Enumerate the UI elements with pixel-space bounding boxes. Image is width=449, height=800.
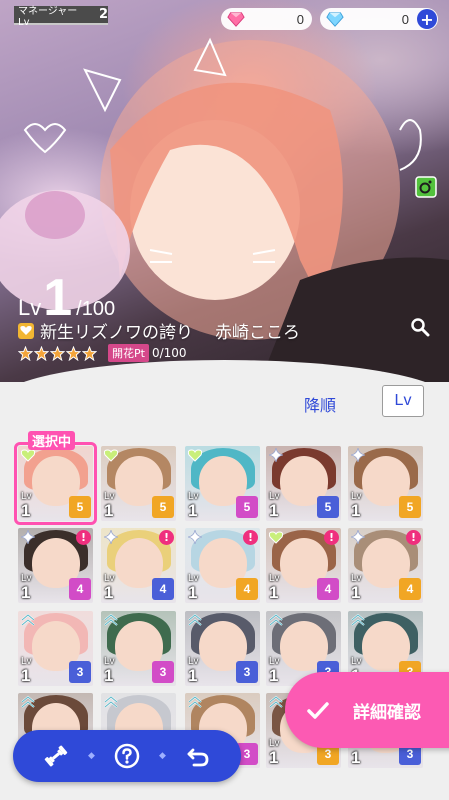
card-rank-badge: 5	[317, 496, 339, 518]
alert-badge: !	[159, 530, 174, 545]
heart-icon	[104, 449, 118, 462]
back-icon[interactable]	[184, 742, 212, 770]
sparkle-icon	[104, 530, 118, 544]
alert-badge: !	[324, 530, 339, 545]
card-level: Lv1	[188, 573, 199, 601]
rank-up-icon	[104, 613, 118, 626]
card-level: Lv1	[104, 656, 115, 684]
rank-up-icon	[351, 613, 365, 626]
card-level-value: 1	[21, 666, 31, 685]
card-level: Lv1	[188, 656, 199, 684]
card-level-value: 1	[188, 666, 198, 685]
separator-dot: ◆	[159, 751, 166, 761]
sparkle-icon	[269, 448, 283, 462]
card-level: Lv1	[351, 573, 362, 601]
separator-dot: ◆	[88, 751, 95, 761]
card-level: Lv1	[269, 573, 280, 601]
card-rank-badge: 4	[69, 578, 91, 600]
card-rank-badge: 5	[399, 496, 421, 518]
heart-icon	[21, 449, 35, 462]
card-level-value: 1	[21, 501, 31, 520]
card-rank-badge: 4	[236, 578, 258, 600]
card-level-value: 1	[21, 583, 31, 602]
card-tile[interactable]: ! Lv 1 4	[348, 528, 423, 603]
alert-badge: !	[406, 530, 421, 545]
rank-up-icon	[188, 695, 202, 708]
heart-icon	[269, 531, 283, 544]
rank-up-icon	[104, 695, 118, 708]
card-level: Lv1	[351, 491, 362, 519]
card-level-value: 1	[351, 501, 361, 520]
card-rank-badge: 5	[236, 496, 258, 518]
card-tile[interactable]: Lv1 3	[18, 611, 93, 686]
card-level: Lv1	[188, 491, 199, 519]
sparkle-icon	[351, 530, 365, 544]
selected-tag: 選択中	[28, 431, 76, 450]
rank-up-icon	[188, 613, 202, 626]
card-level-value: 1	[104, 666, 114, 685]
alert-badge: !	[243, 530, 258, 545]
card-rank-badge: 3	[152, 661, 174, 683]
detail-confirm-label: 詳細確認	[353, 702, 421, 723]
card-rank-badge: 4	[399, 578, 421, 600]
card-rank-badge: 5	[69, 496, 91, 518]
card-tile[interactable]: Lv 1 5	[101, 446, 176, 521]
card-tile[interactable]: ! Lv 1 4	[18, 528, 93, 603]
card-rank-badge: 3	[236, 661, 258, 683]
card-level-value: 1	[188, 583, 198, 602]
card-tile[interactable]: Lv1 3	[185, 611, 260, 686]
card-level-value: 1	[269, 748, 279, 767]
sparkle-icon	[21, 530, 35, 544]
rank-up-icon	[21, 613, 35, 626]
card-level: Lv1	[269, 738, 280, 766]
rank-up-icon	[269, 613, 283, 626]
card-level: Lv1	[21, 491, 32, 519]
card-level: Lv1	[21, 573, 32, 601]
heart-icon	[188, 449, 202, 462]
card-rank-badge: 4	[152, 578, 174, 600]
rank-up-icon	[21, 695, 35, 708]
card-level-value: 1	[188, 501, 198, 520]
card-tile[interactable]: ! Lv 1 4	[101, 528, 176, 603]
card-tile[interactable]: Lv 1 5	[348, 446, 423, 521]
help-icon[interactable]	[113, 742, 141, 770]
card-tile[interactable]: ! Lv 1 4	[185, 528, 260, 603]
card-level-value: 1	[269, 583, 279, 602]
card-level-value: 1	[104, 501, 114, 520]
card-level-value: 1	[269, 501, 279, 520]
card-tile[interactable]: Lv 1 5	[266, 446, 341, 521]
card-tile[interactable]: Lv1 3	[101, 611, 176, 686]
card-level-value: 1	[351, 583, 361, 602]
card-tile[interactable]: Lv 1 5	[14, 442, 97, 525]
sparkle-icon	[188, 530, 202, 544]
card-level: Lv1	[269, 491, 280, 519]
card-tile[interactable]: ! Lv 1 4	[266, 528, 341, 603]
bottom-action-bar: ◆ ◆	[13, 730, 241, 782]
card-level: Lv1	[104, 491, 115, 519]
card-level: Lv1	[104, 573, 115, 601]
sparkle-icon	[351, 448, 365, 462]
card-tile[interactable]: Lv 1 5	[185, 446, 260, 521]
card-level: Lv1	[21, 656, 32, 684]
check-icon	[307, 702, 329, 719]
dumbbell-icon[interactable]	[42, 742, 70, 770]
card-rank-badge: 5	[152, 496, 174, 518]
alert-badge: !	[76, 530, 91, 545]
card-level-value: 1	[269, 666, 279, 685]
detail-confirm-button[interactable]: 詳細確認	[285, 672, 449, 748]
card-level-value: 1	[351, 748, 361, 767]
rank-up-icon	[269, 695, 283, 708]
card-rank-badge: 3	[69, 661, 91, 683]
card-level: Lv1	[269, 656, 280, 684]
card-rank-badge: 4	[317, 578, 339, 600]
card-level-value: 1	[104, 583, 114, 602]
